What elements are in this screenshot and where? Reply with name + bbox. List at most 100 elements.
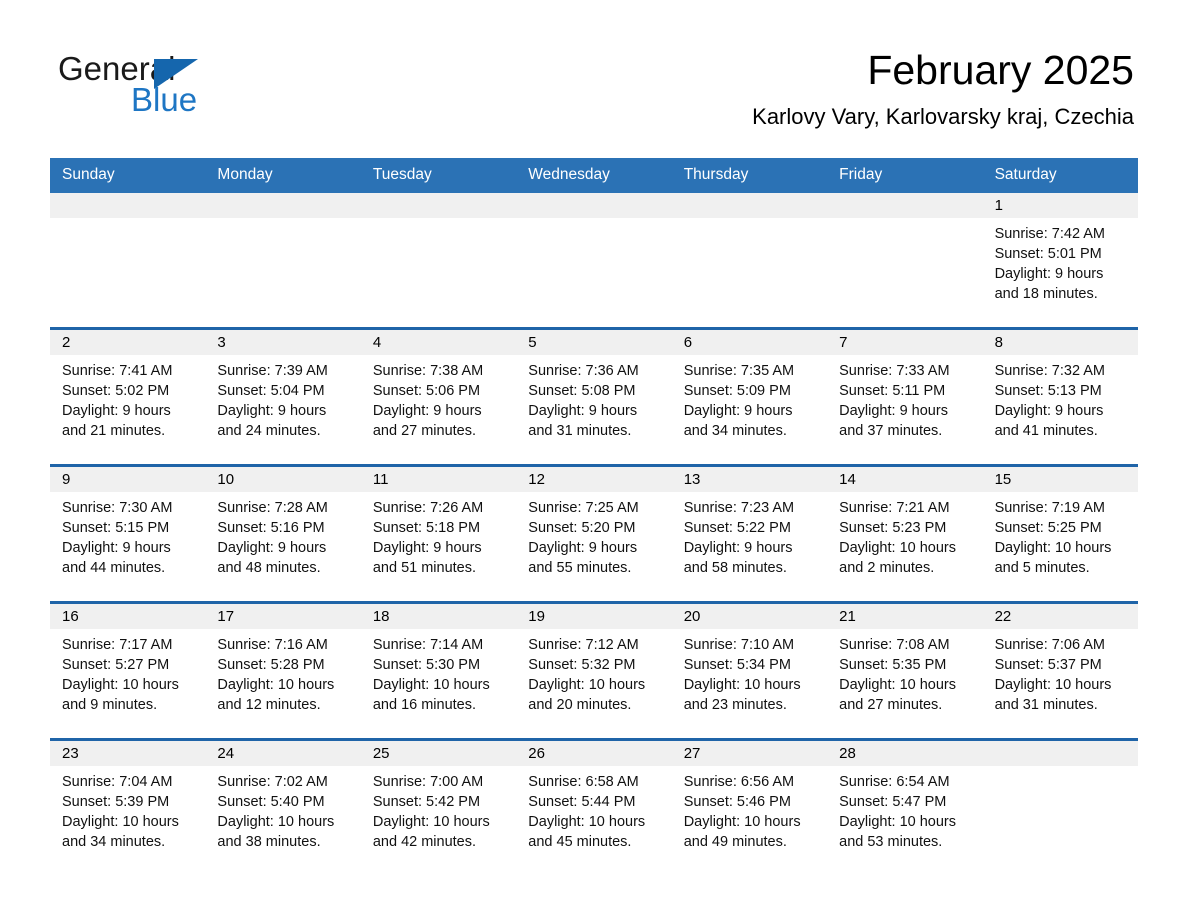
calendar-day-cell[interactable]: 11 Sunrise: 7:26 AM Sunset: 5:18 PM Dayligh…: [360, 467, 517, 601]
page-subtitle: Karlovy Vary, Karlovarsky kraj, Czechia: [752, 104, 1134, 129]
day-number: [205, 193, 361, 218]
calendar-day-cell[interactable]: 7 Sunrise: 7:33 AM Sunset: 5:11 PM Daylight…: [827, 330, 983, 464]
calendar-day-cell[interactable]: 14 Sunrise: 7:21 AM Sunset: 5:23 PM Dayligh…: [827, 467, 983, 601]
calendar-day-cell[interactable]: 5 Sunrise: 7:36 AM Sunset: 5:08 PM Daylight…: [516, 330, 672, 464]
sunrise-text: Sunrise: 7:02 AM: [217, 774, 328, 790]
sunset-text: Sunset: 5:02 PM: [62, 383, 170, 399]
day-details: Sunrise: 7:10 AM Sunset: 5:34 PM Daylight:…: [672, 629, 827, 715]
day-details: Sunrise: 7:39 AM Sunset: 5:04 PM Daylight:…: [205, 355, 360, 441]
sunset-text: Sunset: 5:47 PM: [839, 794, 947, 810]
calendar-day-cell[interactable]: 9 Sunrise: 7:30 AM Sunset: 5:15 PM Daylight…: [50, 467, 206, 601]
day-details: Sunrise: 7:14 AM Sunset: 5:30 PM Daylight:…: [361, 629, 516, 715]
calendar-day-cell-empty: [516, 193, 672, 327]
day-details: Sunrise: 7:28 AM Sunset: 5:16 PM Daylight:…: [205, 492, 360, 578]
daylight-text: Daylight: 9 hours and 18 minutes.: [994, 266, 1104, 302]
calendar-day-cell[interactable]: 21 Sunrise: 7:08 AM Sunset: 5:35 PM Dayligh…: [827, 604, 983, 738]
day-details: Sunrise: 7:32 AM Sunset: 5:13 PM Daylight:…: [983, 355, 1138, 441]
calendar-day-cell[interactable]: 6 Sunrise: 7:35 AM Sunset: 5:09 PM Daylight…: [671, 330, 828, 464]
day-number: [671, 193, 828, 218]
sunset-text: Sunset: 5:20 PM: [528, 520, 636, 536]
calendar-day-cell[interactable]: 27 Sunrise: 6:56 AM Sunset: 5:46 PM Dayligh…: [671, 741, 828, 875]
day-number: 12: [516, 467, 672, 492]
day-number: 2: [50, 330, 206, 355]
sunset-text: Sunset: 5:35 PM: [839, 657, 947, 673]
day-details: Sunrise: 6:56 AM Sunset: 5:46 PM Daylight:…: [672, 766, 827, 852]
sunset-text: Sunset: 5:30 PM: [372, 657, 481, 673]
day-number: 15: [982, 467, 1138, 492]
day-details: Sunrise: 7:33 AM Sunset: 5:11 PM Daylight:…: [827, 355, 982, 441]
calendar-day-cell[interactable]: 2 Sunrise: 7:41 AM Sunset: 5:02 PM Daylight…: [50, 330, 206, 464]
calendar-day-cell[interactable]: 20 Sunrise: 7:10 AM Sunset: 5:34 PM Dayligh…: [671, 604, 828, 738]
calendar-week-row: 16 Sunrise: 7:17 AM Sunset: 5:27 PM Dayligh…: [50, 601, 1138, 738]
calendar-day-cell[interactable]: 28 Sunrise: 6:54 AM Sunset: 5:47 PM Dayligh…: [827, 741, 983, 875]
sunrise-text: Sunrise: 7:12 AM: [528, 637, 639, 653]
sunset-text: Sunset: 5:09 PM: [683, 383, 791, 399]
calendar-day-cell[interactable]: 13 Sunrise: 7:23 AM Sunset: 5:22 PM Dayligh…: [671, 467, 828, 601]
calendar-day-cell[interactable]: 15 Sunrise: 7:19 AM Sunset: 5:25 PM Dayligh…: [982, 467, 1138, 601]
calendar-day-cell[interactable]: 10 Sunrise: 7:28 AM Sunset: 5:16 PM Dayligh…: [205, 467, 361, 601]
calendar-day-cell[interactable]: 25 Sunrise: 7:00 AM Sunset: 5:42 PM Dayligh…: [360, 741, 517, 875]
day-details: Sunrise: 7:06 AM Sunset: 5:37 PM Daylight:…: [983, 629, 1138, 715]
sunrise-text: Sunrise: 7:36 AM: [528, 363, 639, 379]
title-block: February 2025 Karlovy Vary, Karlovarsky …: [752, 46, 1134, 130]
calendar-day-cell-empty: [982, 741, 1138, 875]
calendar-day-cell[interactable]: 23 Sunrise: 7:04 AM Sunset: 5:39 PM Dayligh…: [50, 741, 206, 875]
day-details: Sunrise: 7:12 AM Sunset: 5:32 PM Daylight:…: [516, 629, 671, 715]
sunrise-text: Sunrise: 6:56 AM: [683, 774, 795, 790]
daylight-text: Daylight: 9 hours and 44 minutes.: [62, 540, 171, 576]
sunset-text: Sunset: 5:27 PM: [62, 657, 170, 673]
calendar-day-cell[interactable]: 4 Sunrise: 7:38 AM Sunset: 5:06 PM Daylight…: [360, 330, 517, 464]
sunrise-text: Sunrise: 7:00 AM: [372, 774, 484, 790]
sunrise-text: Sunrise: 7:08 AM: [839, 637, 950, 653]
day-details: Sunrise: 7:21 AM Sunset: 5:23 PM Daylight:…: [827, 492, 982, 578]
sunset-text: Sunset: 5:15 PM: [62, 520, 170, 536]
sunrise-text: Sunrise: 6:58 AM: [528, 774, 639, 790]
daylight-text: Daylight: 10 hours and 12 minutes.: [217, 677, 335, 713]
calendar-day-cell[interactable]: 19 Sunrise: 7:12 AM Sunset: 5:32 PM Dayligh…: [516, 604, 672, 738]
calendar-day-cell[interactable]: 3 Sunrise: 7:39 AM Sunset: 5:04 PM Daylight…: [205, 330, 361, 464]
calendar-day-cell[interactable]: 18 Sunrise: 7:14 AM Sunset: 5:30 PM Dayligh…: [360, 604, 517, 738]
sunset-text: Sunset: 5:13 PM: [994, 383, 1102, 399]
day-number: 23: [50, 741, 206, 766]
day-details: Sunrise: 7:08 AM Sunset: 5:35 PM Daylight:…: [827, 629, 982, 715]
calendar-day-cell[interactable]: 16 Sunrise: 7:17 AM Sunset: 5:27 PM Dayligh…: [50, 604, 206, 738]
calendar-page: General Blue February 2025 Karlovy Vary,…: [0, 0, 1188, 918]
calendar-week-row: 2 Sunrise: 7:41 AM Sunset: 5:02 PM Daylight…: [50, 327, 1138, 464]
calendar-day-cell-empty: [671, 193, 828, 327]
sunset-text: Sunset: 5:04 PM: [217, 383, 325, 399]
calendar-day-cell[interactable]: 26 Sunrise: 6:58 AM Sunset: 5:44 PM Dayligh…: [516, 741, 672, 875]
day-number: 26: [516, 741, 672, 766]
sunrise-text: Sunrise: 7:26 AM: [372, 500, 484, 516]
sunset-text: Sunset: 5:11 PM: [839, 383, 946, 399]
daylight-text: Daylight: 10 hours and 2 minutes.: [839, 540, 957, 576]
day-number: 7: [827, 330, 983, 355]
calendar-day-cell[interactable]: 17 Sunrise: 7:16 AM Sunset: 5:28 PM Dayligh…: [205, 604, 361, 738]
calendar-day-cell[interactable]: 24 Sunrise: 7:02 AM Sunset: 5:40 PM Dayligh…: [205, 741, 361, 875]
daylight-text: Daylight: 10 hours and 20 minutes.: [528, 677, 646, 713]
calendar-day-cell[interactable]: 12 Sunrise: 7:25 AM Sunset: 5:20 PM Dayligh…: [516, 467, 672, 601]
daylight-text: Daylight: 9 hours and 37 minutes.: [839, 403, 948, 439]
daylight-text: Daylight: 10 hours and 23 minutes.: [683, 677, 801, 713]
calendar-day-cell[interactable]: 1 Sunrise: 7:42 AM Sunset: 5:01 PM Daylight…: [982, 193, 1138, 327]
day-number: [982, 741, 1138, 766]
daylight-text: Daylight: 10 hours and 53 minutes.: [839, 814, 957, 850]
day-details: Sunrise: 7:02 AM Sunset: 5:40 PM Daylight:…: [205, 766, 360, 852]
calendar-day-cell[interactable]: 8 Sunrise: 7:32 AM Sunset: 5:13 PM Daylight…: [982, 330, 1138, 464]
day-details: Sunrise: 7:42 AM Sunset: 5:01 PM Daylight:…: [983, 218, 1138, 304]
day-number: 25: [360, 741, 517, 766]
sunset-text: Sunset: 5:08 PM: [528, 383, 636, 399]
sunset-text: Sunset: 5:42 PM: [372, 794, 481, 810]
sunrise-text: Sunrise: 7:42 AM: [994, 226, 1105, 242]
sunrise-text: Sunrise: 7:21 AM: [839, 500, 950, 516]
day-number: 1: [982, 193, 1138, 218]
day-number: [516, 193, 672, 218]
calendar-weeks: 1 Sunrise: 7:42 AM Sunset: 5:01 PM Daylight…: [50, 193, 1138, 875]
daylight-text: Daylight: 9 hours and 41 minutes.: [994, 403, 1104, 439]
calendar-grid: Sunday Monday Tuesday Wednesday Thursday…: [50, 158, 1138, 875]
calendar-day-cell[interactable]: 22 Sunrise: 7:06 AM Sunset: 5:37 PM Dayligh…: [982, 604, 1138, 738]
daylight-text: Daylight: 10 hours and 34 minutes.: [62, 814, 179, 850]
day-details: Sunrise: 7:25 AM Sunset: 5:20 PM Daylight:…: [516, 492, 671, 578]
day-number: 9: [50, 467, 206, 492]
sunrise-text: Sunrise: 7:19 AM: [994, 500, 1105, 516]
sunrise-text: Sunrise: 7:06 AM: [994, 637, 1105, 653]
